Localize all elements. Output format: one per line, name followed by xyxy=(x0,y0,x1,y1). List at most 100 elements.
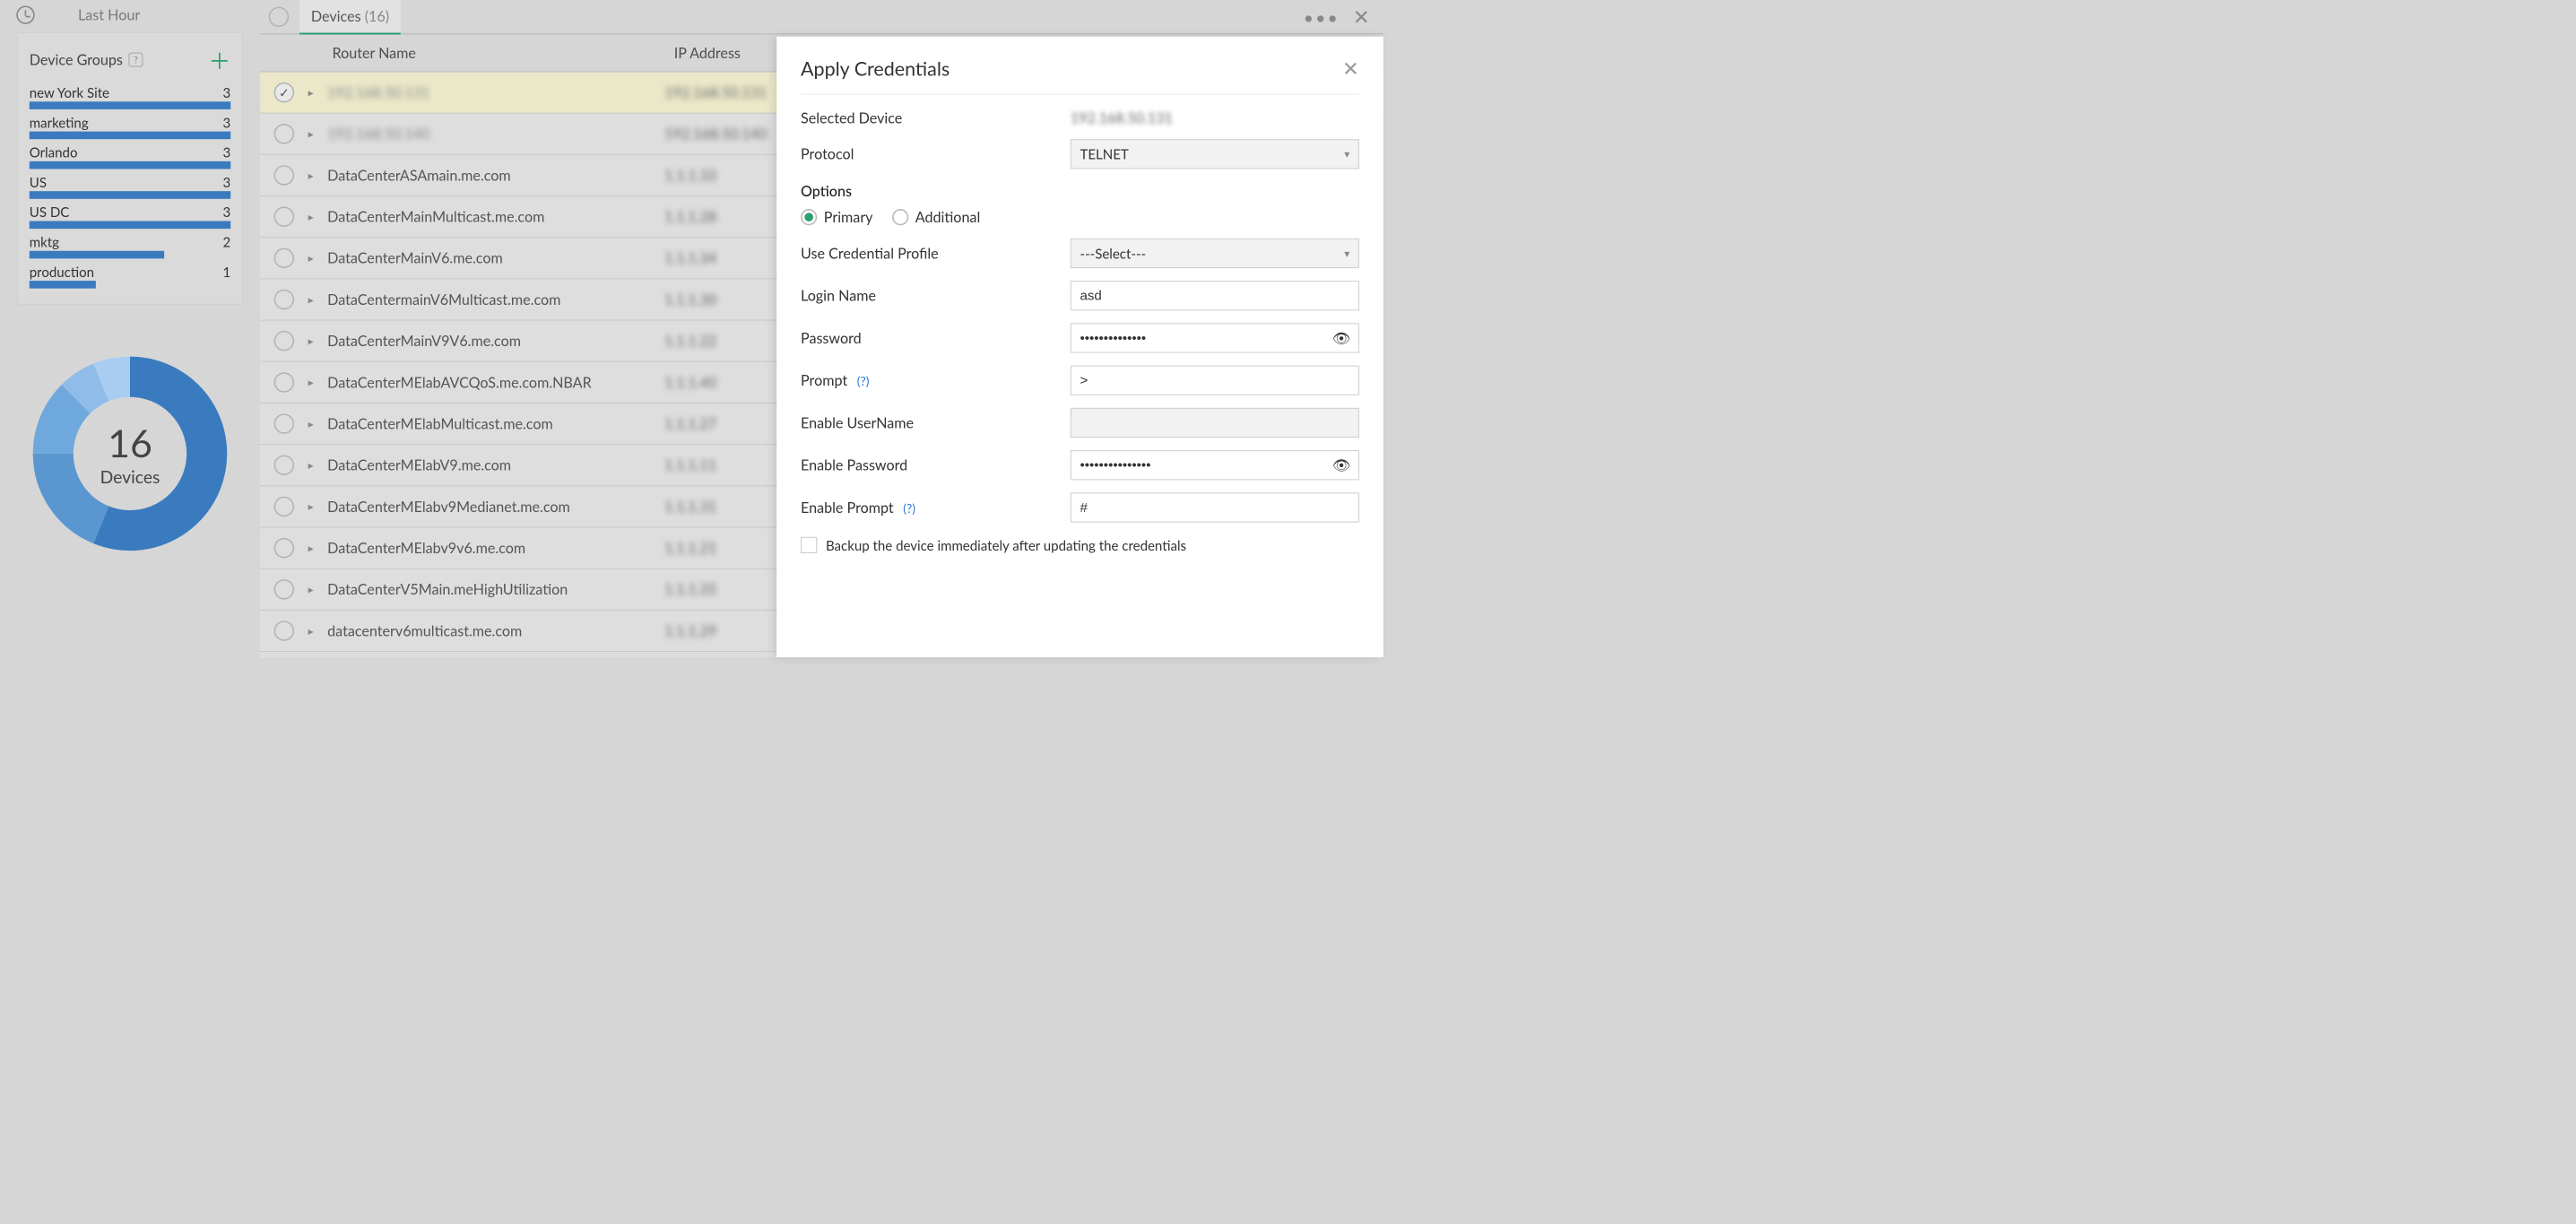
col-router-name[interactable]: Router Name xyxy=(317,44,673,61)
expand-arrow-icon[interactable]: ▸ xyxy=(308,458,327,472)
credential-profile-select[interactable]: ---Select--- ▾ xyxy=(1071,239,1359,268)
group-row[interactable]: production1 xyxy=(30,264,230,280)
row-select-checkbox[interactable] xyxy=(274,165,295,186)
expand-arrow-icon[interactable]: ▸ xyxy=(308,210,327,223)
group-name: US xyxy=(30,174,47,190)
radio-additional[interactable]: Additional xyxy=(892,209,980,226)
protocol-select[interactable]: TELNET ▾ xyxy=(1071,139,1359,169)
row-select-checkbox[interactable] xyxy=(274,331,295,352)
device-name: DataCenterMainV9V6.me.com xyxy=(327,333,664,350)
group-row[interactable]: US DC3 xyxy=(30,204,230,220)
group-name: Orlando xyxy=(30,144,78,161)
group-row[interactable]: new York Site3 xyxy=(30,84,230,100)
main-panel: Devices (16) ••• ✕ Router Name IP Addres… xyxy=(260,0,1383,657)
radio-dot-icon xyxy=(892,209,908,225)
modal-title: Apply Credentials xyxy=(801,56,950,80)
expand-arrow-icon[interactable]: ▸ xyxy=(308,127,327,141)
clock-icon xyxy=(16,5,34,23)
donut-label: Devices xyxy=(100,466,160,488)
group-name: marketing xyxy=(30,114,89,130)
radio-primary[interactable]: Primary xyxy=(801,209,872,226)
selected-device-value: 192.168.50.131 xyxy=(1071,109,1173,126)
enable-prompt-help-link[interactable]: (?) xyxy=(903,500,915,516)
expand-arrow-icon[interactable]: ▸ xyxy=(308,334,327,348)
device-name: DataCentermainV6Multicast.me.com xyxy=(327,291,664,308)
row-select-checkbox[interactable] xyxy=(274,413,295,434)
topbar: Devices (16) ••• ✕ xyxy=(260,0,1383,35)
row-select-checkbox[interactable] xyxy=(274,248,295,269)
options-heading: Options xyxy=(801,183,1359,200)
device-name: 192.168.50.131 xyxy=(327,83,664,100)
password-label: Password xyxy=(801,329,1071,346)
enable-username-input[interactable] xyxy=(1071,408,1359,438)
device-name: DataCenterMElabV9.me.com xyxy=(327,456,664,473)
group-count: 3 xyxy=(222,114,230,130)
radio-dot-icon xyxy=(801,209,817,225)
group-count: 3 xyxy=(222,204,230,220)
device-name: DataCenterMElabAVCQoS.me.com.NBAR xyxy=(327,374,664,391)
group-row[interactable]: Orlando3 xyxy=(30,144,230,161)
enable-username-label: Enable UserName xyxy=(801,414,1071,431)
tab-count: (16) xyxy=(365,7,389,24)
group-row[interactable]: US 3 xyxy=(30,174,230,190)
more-menu-icon[interactable]: ••• xyxy=(1304,6,1340,28)
close-icon[interactable]: ✕ xyxy=(1353,4,1370,29)
expand-arrow-icon[interactable]: ▸ xyxy=(308,169,327,182)
enable-password-input[interactable] xyxy=(1071,450,1359,480)
expand-arrow-icon[interactable]: ▸ xyxy=(308,376,327,389)
backup-checkbox[interactable] xyxy=(801,537,817,553)
prompt-help-link[interactable]: (?) xyxy=(857,373,870,388)
device-name: datacenterv6multicast.me.com xyxy=(327,622,664,639)
device-name: DataCenterMElabMulticast.me.com xyxy=(327,415,664,432)
expand-arrow-icon[interactable]: ▸ xyxy=(308,292,327,306)
enable-prompt-input[interactable] xyxy=(1071,492,1359,522)
group-name: new York Site xyxy=(30,84,109,100)
row-select-checkbox[interactable] xyxy=(274,290,295,310)
row-select-checkbox[interactable] xyxy=(274,206,295,227)
row-select-checkbox[interactable] xyxy=(274,455,295,475)
group-bar xyxy=(30,281,230,289)
device-name: DataCenterMainMulticast.me.com xyxy=(327,208,664,225)
expand-arrow-icon[interactable]: ▸ xyxy=(308,417,327,430)
row-select-checkbox[interactable] xyxy=(274,82,295,103)
device-groups-title: Device Groups xyxy=(30,51,123,68)
expand-arrow-icon[interactable]: ▸ xyxy=(308,251,327,265)
select-all-checkbox[interactable] xyxy=(269,6,290,27)
group-row[interactable]: marketing 3 xyxy=(30,114,230,130)
eye-icon[interactable]: 👁 xyxy=(1332,329,1350,347)
group-bar xyxy=(30,132,230,140)
expand-arrow-icon[interactable]: ▸ xyxy=(308,624,327,638)
expand-arrow-icon[interactable]: ▸ xyxy=(308,583,327,596)
modal-close-icon[interactable]: ✕ xyxy=(1342,56,1359,80)
backup-label: Backup the device immediately after upda… xyxy=(826,537,1186,553)
row-select-checkbox[interactable] xyxy=(274,372,295,393)
chevron-down-icon: ▾ xyxy=(1344,147,1349,161)
help-icon[interactable]: ? xyxy=(128,53,143,67)
radio-additional-label: Additional xyxy=(915,209,981,226)
row-select-checkbox[interactable] xyxy=(274,497,295,517)
expand-arrow-icon[interactable]: ▸ xyxy=(308,542,327,555)
row-select-checkbox[interactable] xyxy=(274,124,295,144)
group-row[interactable]: mktg 2 xyxy=(30,233,230,249)
group-count: 2 xyxy=(222,233,230,249)
sidebar: Last Hour Device Groups ? ＋ new York Sit… xyxy=(0,0,260,657)
group-name: mktg xyxy=(30,233,59,249)
timeframe-label[interactable]: Last Hour xyxy=(78,6,140,23)
expand-arrow-icon[interactable]: ▸ xyxy=(308,86,327,100)
row-select-checkbox[interactable] xyxy=(274,538,295,559)
password-input[interactable] xyxy=(1071,323,1359,352)
enable-password-label: Enable Password xyxy=(801,456,1071,473)
group-bar xyxy=(30,101,230,109)
eye-icon[interactable]: 👁 xyxy=(1332,456,1350,474)
group-bar xyxy=(30,191,230,199)
row-select-checkbox[interactable] xyxy=(274,579,295,600)
login-name-input[interactable] xyxy=(1071,281,1359,310)
add-group-button[interactable]: ＋ xyxy=(209,44,231,75)
credential-profile-label: Use Credential Profile xyxy=(801,245,1071,262)
tab-devices[interactable]: Devices (16) xyxy=(299,0,401,34)
row-select-checkbox[interactable] xyxy=(274,621,295,641)
group-count: 3 xyxy=(222,174,230,190)
expand-arrow-icon[interactable]: ▸ xyxy=(308,499,327,513)
device-name: DataCenterMainV6.me.com xyxy=(327,249,664,266)
prompt-input[interactable] xyxy=(1071,366,1359,395)
